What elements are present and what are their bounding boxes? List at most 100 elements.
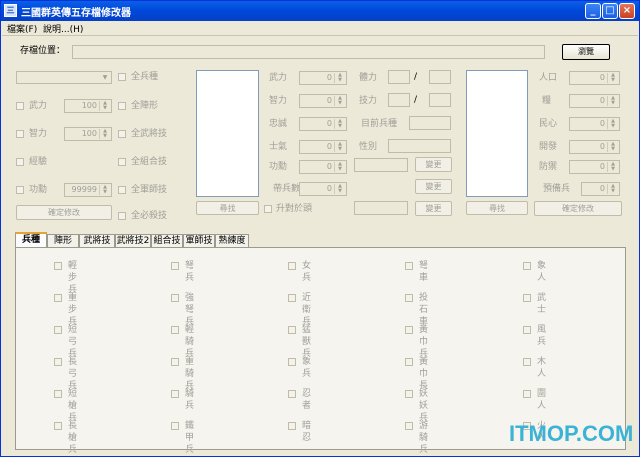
soldier-checkbox[interactable] bbox=[288, 326, 296, 334]
maximize-button[interactable]: □ bbox=[602, 3, 618, 19]
troops-spinner[interactable]: 0 ▲ ▼ bbox=[299, 182, 347, 196]
find-general-button[interactable]: 尋找 bbox=[196, 201, 259, 215]
mid-merit-spinner[interactable]: 0 ▲ ▼ bbox=[299, 160, 347, 174]
soldier-checkbox[interactable] bbox=[405, 422, 413, 430]
soldier-checkbox[interactable] bbox=[54, 294, 62, 302]
current-soldier-field[interactable] bbox=[409, 116, 451, 130]
change-button-1[interactable]: 變更 bbox=[415, 157, 452, 172]
all-army-skills-checkbox[interactable] bbox=[118, 186, 126, 194]
mp-max-field[interactable] bbox=[429, 93, 451, 107]
mp-current-field[interactable] bbox=[388, 93, 410, 107]
tab-combos[interactable]: 組合技 bbox=[151, 234, 183, 248]
soldier-checkbox[interactable] bbox=[523, 262, 531, 270]
soldier-checkbox[interactable] bbox=[171, 326, 179, 334]
spinner-arrows-icon[interactable]: ▲ ▼ bbox=[99, 129, 110, 139]
gender-field[interactable] bbox=[388, 139, 451, 153]
intel-checkbox[interactable] bbox=[16, 130, 24, 138]
spinner-arrows-icon[interactable]: ▲ ▼ bbox=[99, 101, 110, 111]
all-skills-checkbox[interactable] bbox=[118, 130, 126, 138]
tab-proficiency[interactable]: 熟練度 bbox=[215, 234, 249, 248]
gold-spinner[interactable]: 0 ▲ ▼ bbox=[569, 94, 620, 108]
development-spinner[interactable]: 0 ▲ ▼ bbox=[569, 140, 620, 154]
all-combos-checkbox[interactable] bbox=[118, 158, 126, 166]
people-morale-spinner[interactable]: 0 ▲ ▼ bbox=[569, 117, 620, 131]
soldier-checkbox[interactable] bbox=[405, 358, 413, 366]
spinner-arrows-icon[interactable]: ▲ ▼ bbox=[607, 162, 618, 172]
soldier-checkbox[interactable] bbox=[54, 358, 62, 366]
all-soldiers-checkbox[interactable] bbox=[118, 73, 126, 81]
soldier-checkbox[interactable] bbox=[523, 358, 531, 366]
spinner-arrows-icon[interactable]: ▲ ▼ bbox=[334, 73, 345, 83]
tab-soldiers[interactable]: 兵種 bbox=[15, 232, 47, 248]
merit-checkbox[interactable] bbox=[16, 186, 24, 194]
soldier-checkbox[interactable] bbox=[405, 390, 413, 398]
spinner-arrows-icon[interactable]: ▲ ▼ bbox=[607, 119, 618, 129]
spinner-arrows-icon[interactable]: ▲ ▼ bbox=[607, 184, 618, 194]
promote-field[interactable] bbox=[354, 201, 408, 215]
soldier-checkbox[interactable] bbox=[171, 294, 179, 302]
promote-checkbox[interactable] bbox=[264, 205, 272, 213]
tab-formations[interactable]: 陣形 bbox=[47, 234, 79, 248]
soldier-checkbox[interactable] bbox=[288, 262, 296, 270]
morale-spinner[interactable]: 0 ▲ ▼ bbox=[299, 140, 347, 154]
close-button[interactable]: × bbox=[619, 3, 635, 19]
mid-intel-spinner[interactable]: 0 ▲ ▼ bbox=[299, 94, 347, 108]
spinner-arrows-icon[interactable]: ▲ ▼ bbox=[607, 73, 618, 83]
save-path-field[interactable] bbox=[72, 45, 545, 59]
spinner-arrows-icon[interactable]: ▲ ▼ bbox=[334, 162, 345, 172]
city-list[interactable] bbox=[466, 70, 528, 197]
spinner-arrows-icon[interactable]: ▲ ▼ bbox=[334, 119, 345, 129]
general-list[interactable] bbox=[196, 70, 259, 197]
hp-max-field[interactable] bbox=[429, 70, 451, 84]
tab-skills[interactable]: 武將技 bbox=[79, 234, 115, 248]
soldier-checkbox[interactable] bbox=[288, 358, 296, 366]
merit-spinner[interactable]: 99999 ▲ ▼ bbox=[64, 183, 112, 197]
soldier-checkbox[interactable] bbox=[405, 326, 413, 334]
general-select[interactable]: ▼ bbox=[16, 71, 112, 84]
population-spinner[interactable]: 0 ▲ ▼ bbox=[569, 71, 620, 85]
spinner-arrows-icon[interactable]: ▲ ▼ bbox=[334, 96, 345, 106]
all-kill-skills-checkbox[interactable] bbox=[118, 212, 126, 220]
soldier-checkbox[interactable] bbox=[171, 358, 179, 366]
all-formations-checkbox[interactable] bbox=[118, 102, 126, 110]
mid-force-spinner[interactable]: 0 ▲ ▼ bbox=[299, 71, 347, 85]
spinner-arrows-icon[interactable]: ▲ ▼ bbox=[607, 142, 618, 152]
spinner-arrows-icon[interactable]: ▲ ▼ bbox=[334, 184, 345, 194]
find-city-button[interactable]: 尋找 bbox=[466, 201, 528, 215]
force-checkbox[interactable] bbox=[16, 102, 24, 110]
soldier-checkbox[interactable] bbox=[288, 390, 296, 398]
soldier-checkbox[interactable] bbox=[54, 326, 62, 334]
soldier-checkbox[interactable] bbox=[171, 262, 179, 270]
soldier-checkbox[interactable] bbox=[523, 294, 531, 302]
menu-help[interactable]: 說明...(H) bbox=[43, 22, 83, 35]
menu-file[interactable]: 檔案(F) bbox=[7, 22, 37, 35]
soldier-checkbox[interactable] bbox=[171, 390, 179, 398]
change-button-3[interactable]: 變更 bbox=[415, 201, 452, 216]
soldier-checkbox[interactable] bbox=[523, 326, 531, 334]
soldier-checkbox[interactable] bbox=[405, 262, 413, 270]
title-bar[interactable]: 三 三國群英傳五存檔修改器 _ □ × bbox=[1, 1, 639, 21]
intel-spinner[interactable]: 100 ▲ ▼ bbox=[64, 127, 112, 141]
soldier-checkbox[interactable] bbox=[288, 422, 296, 430]
right-confirm-button[interactable]: 確定修改 bbox=[534, 201, 622, 216]
spinner-arrows-icon[interactable]: ▲ ▼ bbox=[607, 96, 618, 106]
spinner-arrows-icon[interactable]: ▲ ▼ bbox=[99, 185, 110, 195]
spinner-arrows-icon[interactable]: ▲ ▼ bbox=[334, 142, 345, 152]
defense-spinner[interactable]: 0 ▲ ▼ bbox=[569, 160, 620, 174]
tab-skills-2[interactable]: 武將技2 bbox=[115, 234, 151, 248]
tab-army-skills[interactable]: 軍師技 bbox=[183, 234, 215, 248]
loyalty-spinner[interactable]: 0 ▲ ▼ bbox=[299, 117, 347, 131]
minimize-button[interactable]: _ bbox=[585, 3, 601, 19]
exp-checkbox[interactable] bbox=[16, 158, 24, 166]
hp-current-field[interactable] bbox=[388, 70, 410, 84]
soldier-checkbox[interactable] bbox=[171, 422, 179, 430]
soldier-checkbox[interactable] bbox=[523, 390, 531, 398]
soldier-checkbox[interactable] bbox=[54, 390, 62, 398]
soldier-checkbox[interactable] bbox=[54, 422, 62, 430]
merit-extra-field[interactable] bbox=[354, 158, 408, 172]
browse-button[interactable]: 瀏覽 bbox=[562, 44, 610, 60]
change-button-2[interactable]: 變更 bbox=[415, 179, 452, 194]
soldier-checkbox[interactable] bbox=[288, 294, 296, 302]
soldier-checkbox[interactable] bbox=[54, 262, 62, 270]
left-confirm-button[interactable]: 確定修改 bbox=[16, 205, 112, 220]
